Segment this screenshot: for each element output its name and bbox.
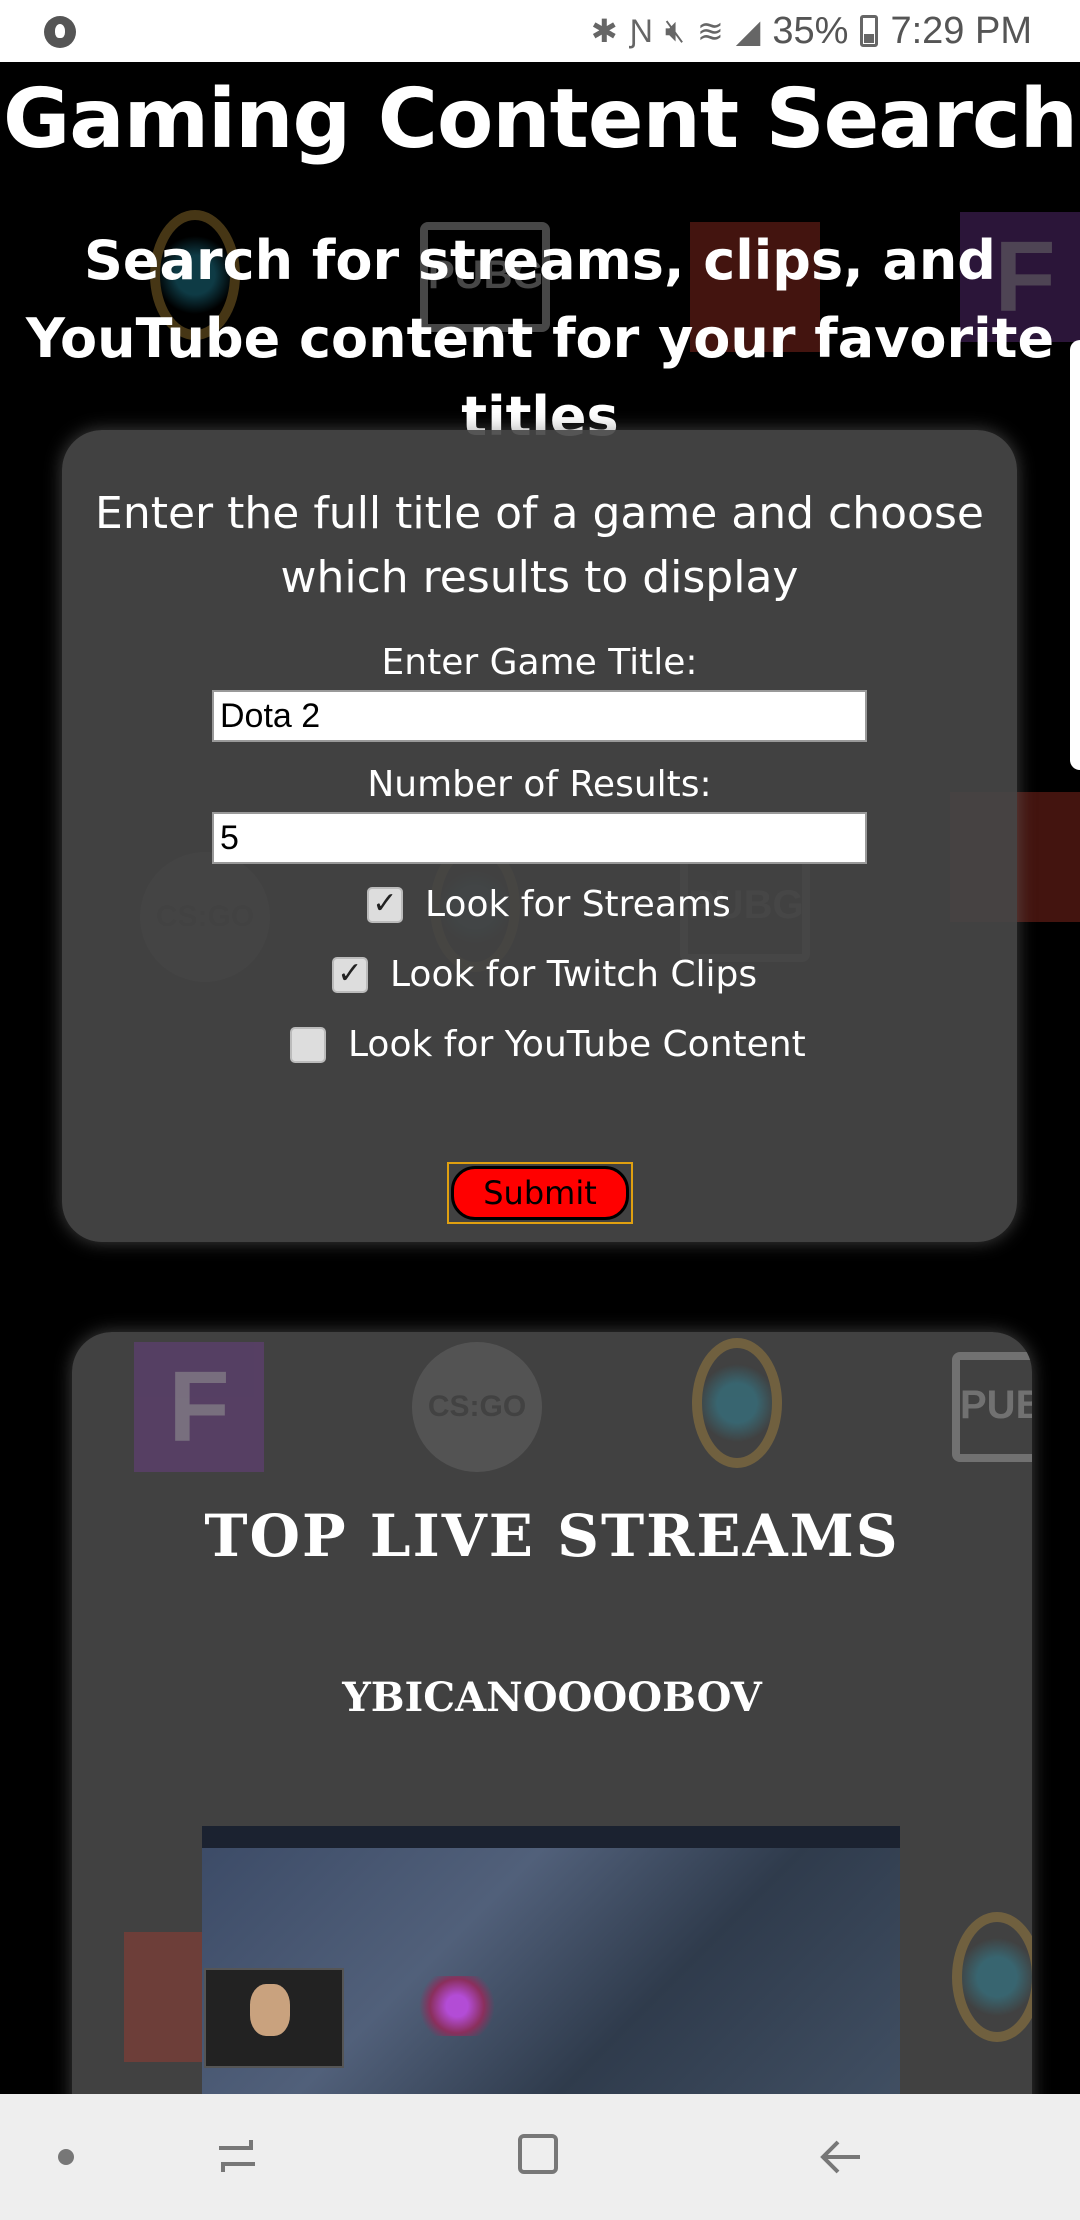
fortnite-logo: F [134, 1342, 264, 1472]
page-title: Gaming Content Search [2, 72, 1078, 167]
back-icon[interactable] [818, 2136, 864, 2178]
mute-icon: 🔇︎ [664, 12, 685, 48]
nfc-icon: Ɲ [629, 12, 653, 49]
num-results-label: Number of Results: [367, 764, 712, 805]
twitch-clips-checkbox[interactable]: ✓ [332, 956, 368, 993]
scroll-indicator[interactable] [1070, 340, 1080, 770]
bluetooth-icon: ✱ [590, 13, 618, 49]
navigation-bar [0, 2094, 1080, 2220]
nav-dot-icon[interactable] [58, 2149, 74, 2165]
results-card: F CS:GO PUBG TOP LIVE STREAMS YBICANOOOO… [72, 1332, 1032, 2094]
search-intro: Enter the full title of a game and choos… [95, 488, 984, 603]
streamer-face [250, 1984, 290, 2036]
search-card: Enter the full title of a game and choos… [62, 430, 1017, 1242]
battery-icon [860, 15, 879, 47]
csgo-logo: CS:GO [412, 1342, 542, 1472]
music-icon [44, 16, 76, 48]
twitch-clips-option[interactable]: ✓ Look for Twitch Clips [332, 954, 757, 995]
stream-thumbnail[interactable] [202, 1826, 900, 2094]
game-title-input[interactable]: Dota 2 [212, 690, 867, 742]
clock: 7:29 PM [890, 9, 1032, 52]
battery-percent: 35% [772, 9, 849, 52]
streams-option[interactable]: ✓ Look for Streams [367, 884, 731, 925]
page[interactable]: PUBG F Gaming Content Search Search for … [0, 62, 1080, 2094]
gameplay-effect [412, 1976, 502, 2036]
submit-button[interactable]: Submit [451, 1166, 629, 1220]
youtube-checkbox[interactable] [290, 1026, 326, 1063]
recent-apps-icon[interactable] [215, 2136, 259, 2176]
submit-focus-ring: Submit [447, 1162, 633, 1224]
status-bar: ✱ Ɲ 🔇︎ ≋ ◢ 35% 7:29 PM [0, 0, 1080, 62]
signal-icon: ◢ [735, 13, 761, 49]
results-title: TOP LIVE STREAMS [204, 1502, 900, 1570]
status-icons: ✱ Ɲ 🔇︎ ≋ ◢ 35% 7:29 PM [591, 8, 1032, 54]
youtube-option-label: Look for YouTube Content [348, 1024, 806, 1065]
page-subtitle: Search for streams, clips, and YouTube c… [25, 229, 1055, 448]
game-title-label: Enter Game Title: [381, 642, 698, 683]
streams-option-label: Look for Streams [425, 884, 731, 925]
lol-logo [952, 1912, 1032, 2042]
pubg-logo: PUBG [952, 1352, 1032, 1462]
game-hud [202, 1826, 900, 1848]
webcam-overlay [204, 1968, 344, 2068]
twitch-clips-option-label: Look for Twitch Clips [390, 954, 758, 995]
wifi-icon: ≋ [696, 13, 724, 49]
youtube-option[interactable]: Look for YouTube Content [290, 1024, 806, 1065]
home-icon[interactable] [518, 2134, 558, 2174]
streams-checkbox[interactable]: ✓ [367, 886, 403, 923]
stream-name[interactable]: YBICANOOOOBOV [72, 1674, 1032, 1721]
num-results-input[interactable]: 5 [212, 812, 867, 864]
lol-logo [692, 1338, 782, 1468]
